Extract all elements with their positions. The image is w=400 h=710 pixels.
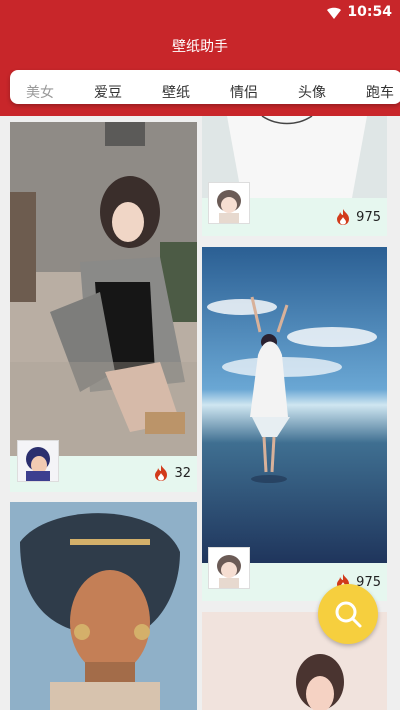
avatar[interactable] (17, 440, 59, 482)
tab-strip-container: 美女 爱豆 壁纸 情侣 头像 跑车 (0, 60, 400, 116)
wallpaper-image[interactable] (10, 502, 197, 710)
wallpaper-image[interactable] (202, 247, 387, 563)
wifi-icon (327, 7, 341, 19)
wallpaper-card[interactable]: 975 (202, 116, 387, 236)
status-time: 10:54 (347, 4, 392, 20)
heat-value: 975 (356, 209, 381, 225)
heat-counter: 975 (334, 208, 381, 226)
card-meta: 32 (10, 440, 197, 492)
tab-meinv[interactable]: 美女 (26, 82, 54, 102)
wallpaper-card[interactable]: 32 (10, 122, 197, 492)
search-icon (335, 601, 362, 628)
heat-value: 32 (174, 465, 191, 481)
app-title: 壁纸助手 (172, 39, 228, 55)
tab-touxiang[interactable]: 头像 (298, 82, 326, 102)
tab-aidou[interactable]: 爱豆 (94, 82, 122, 102)
search-fab[interactable] (318, 584, 378, 644)
tab-bizhi[interactable]: 壁纸 (162, 82, 190, 102)
flame-icon (155, 465, 168, 481)
flame-icon (337, 209, 350, 225)
status-bar: 10:54 (0, 0, 400, 26)
tab-qinglv[interactable]: 情侣 (230, 82, 258, 102)
tab-paoche[interactable]: 跑车 (366, 82, 394, 102)
card-meta: 975 (202, 182, 387, 236)
heat-counter: 32 (152, 464, 191, 482)
avatar[interactable] (208, 547, 250, 589)
app-bar: 壁纸助手 (0, 26, 400, 60)
avatar[interactable] (208, 182, 250, 224)
wallpaper-card[interactable]: 975 (202, 247, 387, 601)
wallpaper-card[interactable] (10, 502, 197, 710)
category-tabs: 美女 爱豆 壁纸 情侣 头像 跑车 (10, 70, 400, 104)
wallpaper-image[interactable] (10, 122, 197, 456)
